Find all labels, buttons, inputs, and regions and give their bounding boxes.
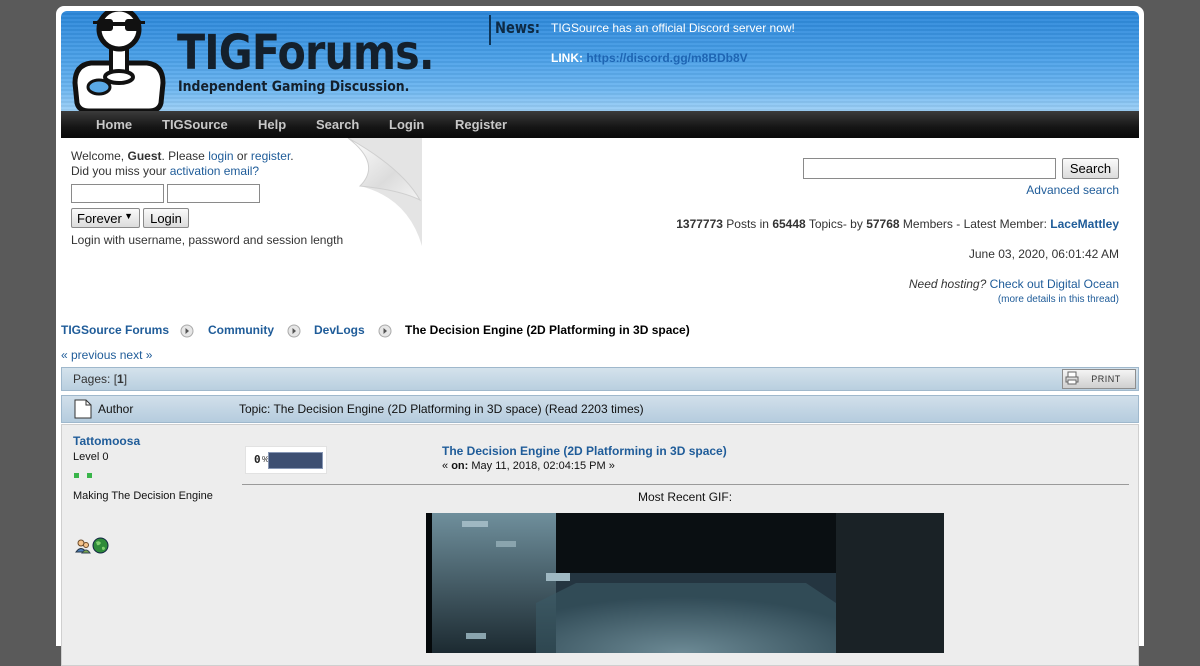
page-frame: TIGForums. Independent Gaming Discussion… (56, 6, 1144, 666)
news-link-label: LINK: (551, 51, 583, 65)
topic-header-bar: Author Topic: The Decision Engine (2D Pl… (61, 395, 1139, 423)
nav-register[interactable]: Register (455, 117, 507, 132)
post-author-link[interactable]: Tattomoosa (73, 434, 140, 448)
topic-title-bar: Topic: The Decision Engine (2D Platformi… (239, 402, 644, 416)
breadcrumb-tigsource-forums[interactable]: TIGSource Forums (61, 323, 169, 337)
rank-pip-icon (87, 473, 93, 478)
forum-stats: 1377773 Posts in 65448 Topics- by 57768 … (676, 217, 1119, 231)
post-title-link[interactable]: The Decision Engine (2D Platforming in 3… (442, 444, 727, 458)
nav-home[interactable]: Home (96, 117, 132, 132)
password-field[interactable] (167, 184, 260, 203)
pages-close: ] (123, 372, 128, 386)
topic-document-icon (74, 399, 92, 419)
prev-next-links: « previous next » (61, 348, 152, 362)
news-label: News: (495, 18, 541, 37)
nav-search[interactable]: Search (316, 117, 359, 132)
digital-ocean-link[interactable]: Check out Digital Ocean (990, 277, 1119, 291)
progress-bar-track (268, 452, 323, 469)
login-button[interactable]: Login (143, 208, 189, 228)
author-column-label: Author (98, 402, 134, 416)
rank-pips (74, 467, 93, 481)
current-date: June 03, 2020, 06:01:42 AM (968, 247, 1119, 261)
site-header: TIGForums. Independent Gaming Discussion… (61, 11, 1139, 116)
members-count: 57768 (866, 217, 900, 231)
chevron-down-icon: ▼ (124, 211, 133, 221)
devlog-progress-badge: 0 % (245, 446, 327, 474)
posts-count: 1377773 (676, 217, 723, 231)
search-input[interactable] (803, 158, 1056, 179)
post-gif-image[interactable] (426, 513, 944, 653)
personal-text: Making The Decision Engine (73, 490, 213, 502)
previous-topic-link[interactable]: « previous (61, 348, 116, 362)
breadcrumb-community[interactable]: Community (208, 323, 274, 337)
activation-link[interactable]: activation email? (170, 164, 259, 178)
post-body-text: Most Recent GIF: (638, 490, 733, 504)
guest-name: Guest (127, 149, 162, 163)
missed-text: Did you miss your (71, 164, 167, 178)
register-link[interactable]: register (251, 149, 290, 163)
profile-icon[interactable] (75, 538, 91, 554)
news-link-row: LINK: https://discord.gg/m8BDb8V (551, 51, 748, 65)
author-rank: Level 0 (73, 451, 109, 463)
post-date-line: « on: May 11, 2018, 02:04:15 PM » (442, 460, 615, 472)
date-prefix: « (442, 460, 449, 472)
page-curl-decoration (347, 138, 422, 246)
topics-label: Topics- by (808, 217, 863, 231)
latest-member-link[interactable]: LaceMattley (1050, 217, 1119, 231)
breadcrumb-current-topic: The Decision Engine (2D Platforming in 3… (405, 323, 690, 337)
members-label: Members - Latest Member: (902, 217, 1047, 231)
topics-count: 65448 (772, 217, 806, 231)
discord-link[interactable]: https://discord.gg/m8BDb8V (586, 51, 747, 65)
post-date: May 11, 2018, 02:04:15 PM » (471, 460, 615, 472)
welcome-line: Welcome, Guest. Please login or register… (71, 149, 294, 163)
next-topic-link[interactable]: next » (120, 348, 153, 362)
main-nav: Home TIGSource Help Search Login Registe… (61, 111, 1139, 138)
more-details-link[interactable]: (more details in this thread) (998, 294, 1119, 305)
printer-icon (1065, 371, 1079, 385)
rank-pip-icon (74, 473, 79, 478)
pages-label: Pages: [ (73, 372, 118, 386)
logo-subtitle: Independent Gaming Discussion. (178, 79, 410, 95)
breadcrumb-arrow-icon (287, 324, 301, 338)
activation-line: Did you miss your activation email? (71, 164, 259, 178)
pages-bar: Pages: [1] PRINT (61, 367, 1139, 391)
logo-title[interactable]: TIGForums. (177, 25, 435, 81)
breadcrumb-arrow-icon (180, 324, 194, 338)
breadcrumb-devlogs[interactable]: DevLogs (314, 323, 365, 337)
nav-tigsource[interactable]: TIGSource (162, 117, 228, 132)
welcome-text: Welcome, (71, 149, 125, 163)
print-button[interactable]: PRINT (1062, 369, 1136, 389)
progress-value: 0 (254, 453, 261, 466)
hosting-line: Need hosting? Check out Digital Ocean (909, 277, 1119, 291)
please-text: . Please (161, 149, 205, 163)
current-page[interactable]: 1 (117, 372, 124, 386)
news-divider (489, 15, 491, 45)
website-globe-icon[interactable] (92, 537, 109, 554)
advanced-search-link[interactable]: Advanced search (1026, 183, 1119, 197)
posts-label: Posts in (726, 217, 769, 231)
hosting-question: Need hosting? (908, 277, 987, 291)
news-text: TIGSource has an official Discord server… (551, 21, 795, 35)
login-hint: Login with username, password and sessio… (71, 233, 344, 247)
search-button[interactable]: Search (1062, 158, 1119, 179)
pages-indicator: Pages: [1] (73, 372, 127, 386)
nav-login[interactable]: Login (389, 117, 424, 132)
session-length-select[interactable]: Forever ▼ (71, 208, 140, 228)
nav-help[interactable]: Help (258, 117, 286, 132)
username-field[interactable] (71, 184, 164, 203)
or-text: or (236, 149, 248, 163)
session-length-value: Forever (77, 210, 122, 226)
joystick-logo-icon[interactable] (69, 11, 169, 116)
on-label: on: (451, 460, 469, 472)
post-header-divider (242, 484, 1129, 485)
breadcrumb-arrow-icon (378, 324, 392, 338)
print-label: PRINT (1091, 374, 1121, 384)
login-link[interactable]: login (208, 149, 233, 163)
